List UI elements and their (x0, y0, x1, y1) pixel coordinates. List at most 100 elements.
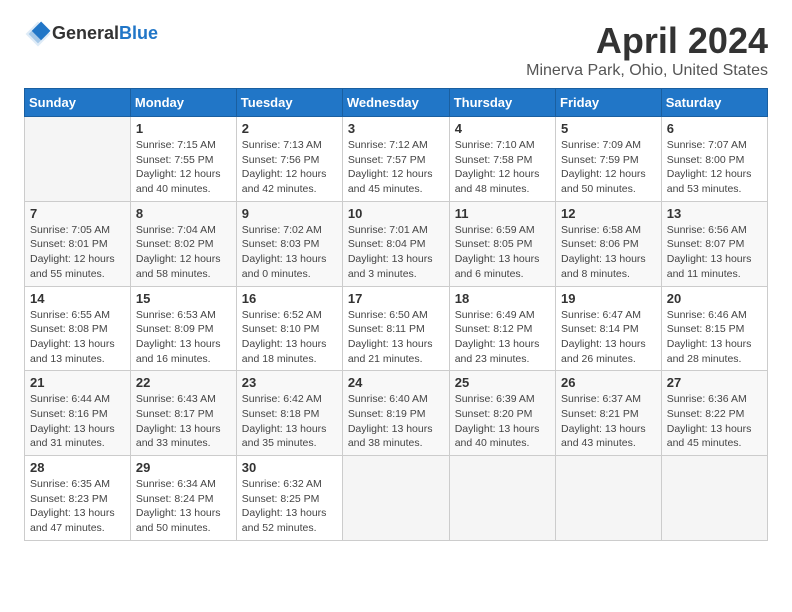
day-number: 13 (667, 206, 762, 221)
logo-text-blue: Blue (119, 23, 158, 43)
day-info: Sunrise: 6:37 AM Sunset: 8:21 PM Dayligh… (561, 392, 656, 451)
calendar-cell: 17Sunrise: 6:50 AM Sunset: 8:11 PM Dayli… (342, 286, 449, 371)
calendar-cell: 15 Sunrise: 6:53 AM Sunset: 8:09 PM Dayli… (130, 286, 236, 371)
calendar-cell (449, 456, 555, 541)
calendar-cell (342, 456, 449, 541)
day-number: 27 (667, 375, 762, 390)
calendar-cell: 13Sunrise: 6:56 AM Sunset: 8:07 PM Dayli… (661, 201, 767, 286)
calendar-cell: 11Sunrise: 6:59 AM Sunset: 8:05 PM Dayli… (449, 201, 555, 286)
day-number: 30 (242, 460, 337, 475)
calendar-cell (661, 456, 767, 541)
day-info: Sunrise: 6:58 AM Sunset: 8:06 PM Dayligh… (561, 223, 656, 282)
calendar-cell: 21Sunrise: 6:44 AM Sunset: 8:16 PM Dayli… (25, 371, 131, 456)
day-number: 1 (136, 121, 231, 136)
calendar-cell (25, 117, 131, 202)
day-info: Sunrise: 7:04 AM Sunset: 8:02 PM Dayligh… (136, 223, 231, 282)
day-number: 20 (667, 291, 762, 306)
day-header-tuesday: Tuesday (236, 89, 342, 117)
calendar-cell: 25 Sunrise: 6:39 AM Sunset: 8:20 PM Dayli… (449, 371, 555, 456)
calendar-week-2: 7Sunrise: 7:05 AM Sunset: 8:01 PM Daylig… (25, 201, 768, 286)
calendar-cell: 12 Sunrise: 6:58 AM Sunset: 8:06 PM Dayli… (556, 201, 662, 286)
day-number: 26 (561, 375, 656, 390)
days-of-week-row: SundayMondayTuesdayWednesdayThursdayFrid… (25, 89, 768, 117)
day-number: 22 (136, 375, 231, 390)
day-info: Sunrise: 7:10 AM Sunset: 7:58 PM Dayligh… (455, 138, 550, 197)
day-info: Sunrise: 6:49 AM Sunset: 8:12 PM Dayligh… (455, 308, 550, 367)
day-number: 8 (136, 206, 231, 221)
day-header-friday: Friday (556, 89, 662, 117)
calendar-week-5: 28Sunrise: 6:35 AM Sunset: 8:23 PM Dayli… (25, 456, 768, 541)
day-number: 4 (455, 121, 550, 136)
logo-text-general: General (52, 23, 119, 43)
day-info: Sunrise: 6:34 AM Sunset: 8:24 PM Dayligh… (136, 477, 231, 536)
day-number: 16 (242, 291, 337, 306)
day-info: Sunrise: 6:36 AM Sunset: 8:22 PM Dayligh… (667, 392, 762, 451)
day-number: 28 (30, 460, 125, 475)
day-number: 21 (30, 375, 125, 390)
logo: GeneralBlue (24, 20, 158, 48)
page-header: GeneralBlue April 2024 Minerva Park, Ohi… (24, 20, 768, 80)
day-number: 23 (242, 375, 337, 390)
day-number: 5 (561, 121, 656, 136)
day-info: Sunrise: 7:09 AM Sunset: 7:59 PM Dayligh… (561, 138, 656, 197)
calendar-cell: 19Sunrise: 6:47 AM Sunset: 8:14 PM Dayli… (556, 286, 662, 371)
day-info: Sunrise: 7:12 AM Sunset: 7:57 PM Dayligh… (348, 138, 444, 197)
day-info: Sunrise: 6:43 AM Sunset: 8:17 PM Dayligh… (136, 392, 231, 451)
day-number: 10 (348, 206, 444, 221)
day-number: 12 (561, 206, 656, 221)
day-info: Sunrise: 7:02 AM Sunset: 8:03 PM Dayligh… (242, 223, 337, 282)
calendar-cell (556, 456, 662, 541)
calendar-cell: 9Sunrise: 7:02 AM Sunset: 8:03 PM Daylig… (236, 201, 342, 286)
calendar-cell: 30 Sunrise: 6:32 AM Sunset: 8:25 PM Dayli… (236, 456, 342, 541)
day-info: Sunrise: 7:07 AM Sunset: 8:00 PM Dayligh… (667, 138, 762, 197)
main-title: April 2024 (526, 20, 768, 62)
day-info: Sunrise: 6:32 AM Sunset: 8:25 PM Dayligh… (242, 477, 337, 536)
day-number: 2 (242, 121, 337, 136)
calendar-cell: 20 Sunrise: 6:46 AM Sunset: 8:15 PM Dayli… (661, 286, 767, 371)
day-number: 18 (455, 291, 550, 306)
calendar-week-4: 21Sunrise: 6:44 AM Sunset: 8:16 PM Dayli… (25, 371, 768, 456)
day-header-sunday: Sunday (25, 89, 131, 117)
calendar-cell: 23 Sunrise: 6:42 AM Sunset: 8:18 PM Dayli… (236, 371, 342, 456)
calendar-table: SundayMondayTuesdayWednesdayThursdayFrid… (24, 88, 768, 541)
day-number: 19 (561, 291, 656, 306)
calendar-cell: 16 Sunrise: 6:52 AM Sunset: 8:10 PM Dayli… (236, 286, 342, 371)
day-info: Sunrise: 6:50 AM Sunset: 8:11 PM Dayligh… (348, 308, 444, 367)
title-area: April 2024 Minerva Park, Ohio, United St… (526, 20, 768, 80)
day-number: 25 (455, 375, 550, 390)
subtitle: Minerva Park, Ohio, United States (526, 62, 768, 80)
calendar-header: SundayMondayTuesdayWednesdayThursdayFrid… (25, 89, 768, 117)
day-number: 14 (30, 291, 125, 306)
calendar-cell: 2Sunrise: 7:13 AM Sunset: 7:56 PM Daylig… (236, 117, 342, 202)
day-number: 29 (136, 460, 231, 475)
day-info: Sunrise: 6:42 AM Sunset: 8:18 PM Dayligh… (242, 392, 337, 451)
day-info: Sunrise: 6:46 AM Sunset: 8:15 PM Dayligh… (667, 308, 762, 367)
calendar-cell: 22 Sunrise: 6:43 AM Sunset: 8:17 PM Dayli… (130, 371, 236, 456)
calendar-cell: 29 Sunrise: 6:34 AM Sunset: 8:24 PM Dayli… (130, 456, 236, 541)
day-info: Sunrise: 7:01 AM Sunset: 8:04 PM Dayligh… (348, 223, 444, 282)
calendar-cell: 7Sunrise: 7:05 AM Sunset: 8:01 PM Daylig… (25, 201, 131, 286)
calendar-body: 1 Sunrise: 7:15 AM Sunset: 7:55 PM Daylig… (25, 117, 768, 541)
calendar-cell: 28Sunrise: 6:35 AM Sunset: 8:23 PM Dayli… (25, 456, 131, 541)
day-number: 24 (348, 375, 444, 390)
calendar-cell: 4 Sunrise: 7:10 AM Sunset: 7:58 PM Daylig… (449, 117, 555, 202)
day-info: Sunrise: 6:52 AM Sunset: 8:10 PM Dayligh… (242, 308, 337, 367)
day-number: 15 (136, 291, 231, 306)
day-info: Sunrise: 7:15 AM Sunset: 7:55 PM Dayligh… (136, 138, 231, 197)
day-number: 6 (667, 121, 762, 136)
calendar-cell: 18 Sunrise: 6:49 AM Sunset: 8:12 PM Dayli… (449, 286, 555, 371)
day-info: Sunrise: 6:39 AM Sunset: 8:20 PM Dayligh… (455, 392, 550, 451)
calendar-cell: 14Sunrise: 6:55 AM Sunset: 8:08 PM Dayli… (25, 286, 131, 371)
day-info: Sunrise: 6:53 AM Sunset: 8:09 PM Dayligh… (136, 308, 231, 367)
day-header-monday: Monday (130, 89, 236, 117)
calendar-cell: 10 Sunrise: 7:01 AM Sunset: 8:04 PM Dayli… (342, 201, 449, 286)
day-info: Sunrise: 6:40 AM Sunset: 8:19 PM Dayligh… (348, 392, 444, 451)
calendar-cell: 26 Sunrise: 6:37 AM Sunset: 8:21 PM Dayli… (556, 371, 662, 456)
logo-icon (24, 20, 52, 48)
calendar-week-3: 14Sunrise: 6:55 AM Sunset: 8:08 PM Dayli… (25, 286, 768, 371)
calendar-cell: 5 Sunrise: 7:09 AM Sunset: 7:59 PM Daylig… (556, 117, 662, 202)
day-header-thursday: Thursday (449, 89, 555, 117)
calendar-cell: 8 Sunrise: 7:04 AM Sunset: 8:02 PM Daylig… (130, 201, 236, 286)
day-header-wednesday: Wednesday (342, 89, 449, 117)
day-number: 3 (348, 121, 444, 136)
